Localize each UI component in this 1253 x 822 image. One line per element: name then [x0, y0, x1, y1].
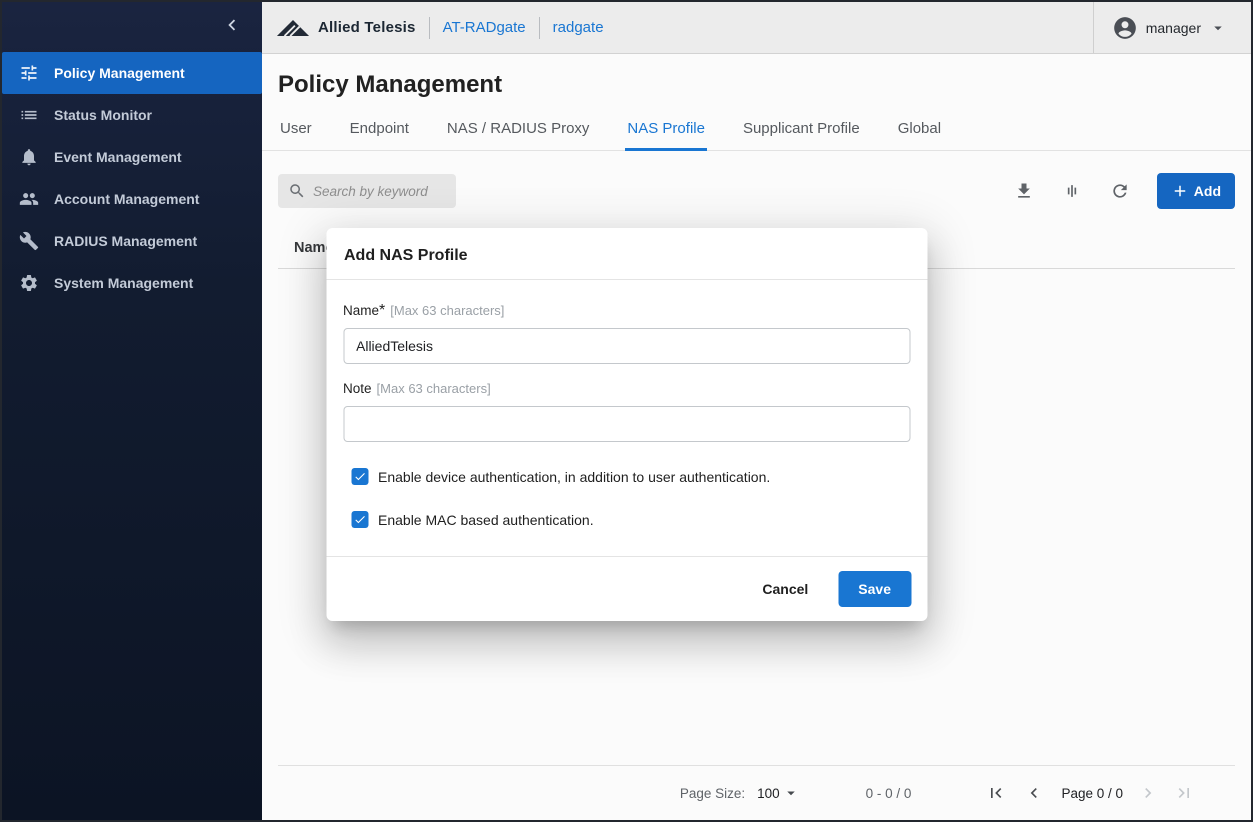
sidebar-item-policy-management[interactable]: Policy Management: [2, 52, 262, 94]
first-page-icon[interactable]: [985, 782, 1007, 804]
add-button[interactable]: Add: [1157, 173, 1235, 209]
tab-nas-profile[interactable]: NAS Profile: [625, 106, 707, 151]
note-hint: [Max 63 characters]: [377, 381, 491, 396]
name-field-group: Name* [Max 63 characters]: [343, 302, 910, 364]
user-avatar-icon: [1112, 15, 1138, 41]
brand: Allied Telesis: [276, 18, 416, 37]
required-asterisk: *: [379, 302, 385, 319]
previous-page-icon[interactable]: [1023, 782, 1045, 804]
pagination-bar: Page Size: 100 0 - 0 / 0 Page 0 / 0: [278, 766, 1235, 820]
page-size-label: Page Size:: [680, 786, 745, 801]
divider: [429, 17, 430, 39]
sidebar-item-status-monitor[interactable]: Status Monitor: [2, 94, 262, 136]
columns-icon[interactable]: [1061, 180, 1083, 202]
user-name: manager: [1146, 20, 1201, 36]
dialog-footer: Cancel Save: [326, 556, 927, 621]
page-size-select[interactable]: 100: [757, 784, 800, 802]
sidebar-item-event-management[interactable]: Event Management: [2, 136, 262, 178]
policy-sliders-icon: [18, 62, 40, 84]
sidebar-item-label: Status Monitor: [54, 107, 152, 123]
sidebar-item-label: Policy Management: [54, 65, 185, 81]
tab-supplicant-profile[interactable]: Supplicant Profile: [741, 106, 862, 151]
topbar: Allied Telesis AT-RADgate radgate manage…: [262, 2, 1251, 54]
sidebar-item-label: Account Management: [54, 191, 199, 207]
tab-endpoint[interactable]: Endpoint: [348, 106, 411, 151]
name-input[interactable]: [343, 328, 910, 364]
last-page-icon[interactable]: [1173, 782, 1195, 804]
page-indicator: Page 0 / 0: [1061, 786, 1123, 801]
sidebar-item-system-management[interactable]: System Management: [2, 262, 262, 304]
cancel-button[interactable]: Cancel: [758, 573, 812, 605]
list-icon: [18, 104, 40, 126]
page-size-value: 100: [757, 786, 780, 801]
checkbox-checked-icon[interactable]: [351, 511, 368, 528]
row-range: 0 - 0 / 0: [866, 786, 912, 801]
allied-telesis-logo-icon: [276, 18, 310, 37]
sidebar-collapse-button[interactable]: [218, 13, 246, 41]
people-icon: [18, 188, 40, 210]
chevron-down-icon: [782, 784, 800, 802]
sidebar-item-label: System Management: [54, 275, 193, 291]
product-link[interactable]: AT-RADgate: [443, 19, 526, 36]
chevron-left-icon: [221, 14, 243, 41]
checkbox-checked-icon[interactable]: [351, 468, 368, 485]
sidebar-item-label: Event Management: [54, 149, 182, 165]
sidebar-item-label: RADIUS Management: [54, 233, 197, 249]
download-icon[interactable]: [1013, 180, 1035, 202]
tab-user[interactable]: User: [278, 106, 314, 151]
save-button[interactable]: Save: [838, 571, 911, 607]
site-link[interactable]: radgate: [553, 19, 604, 36]
tab-nas-radius-proxy[interactable]: NAS / RADIUS Proxy: [445, 106, 592, 151]
divider: [539, 17, 540, 39]
app-window: Policy Management Status Monitor Event M…: [0, 0, 1253, 822]
name-hint: [Max 63 characters]: [390, 303, 504, 318]
plus-icon: [1171, 182, 1189, 200]
brand-name: Allied Telesis: [318, 19, 416, 36]
page-title: Policy Management: [278, 70, 1235, 100]
search-input[interactable]: [313, 184, 446, 199]
bell-icon: [18, 146, 40, 168]
note-field-label-row: Note [Max 63 characters]: [343, 380, 910, 398]
gear-icon: [18, 272, 40, 294]
sidebar-item-account-management[interactable]: Account Management: [2, 178, 262, 220]
note-input[interactable]: [343, 406, 910, 442]
refresh-icon[interactable]: [1109, 180, 1131, 202]
device-auth-checkbox-label: Enable device authentication, in additio…: [378, 469, 770, 485]
name-label: Name: [343, 303, 379, 318]
search-icon: [288, 182, 306, 200]
mac-auth-checkbox-row[interactable]: Enable MAC based authentication.: [343, 511, 910, 528]
chevron-down-icon: [1209, 19, 1227, 37]
note-field-group: Note [Max 63 characters]: [343, 380, 910, 442]
next-page-icon[interactable]: [1137, 782, 1159, 804]
sidebar-collapse-row: [2, 2, 262, 52]
device-auth-checkbox-row[interactable]: Enable device authentication, in additio…: [343, 468, 910, 485]
user-menu[interactable]: manager: [1093, 2, 1251, 53]
add-button-label: Add: [1194, 183, 1221, 199]
tab-bar: User Endpoint NAS / RADIUS Proxy NAS Pro…: [262, 106, 1251, 151]
tab-global[interactable]: Global: [896, 106, 943, 151]
mac-auth-checkbox-label: Enable MAC based authentication.: [378, 512, 594, 528]
dialog-title: Add NAS Profile: [326, 228, 927, 280]
toolbar: Add: [278, 173, 1235, 209]
search-box: [278, 174, 456, 208]
note-label: Note: [343, 381, 372, 396]
toolbar-actions: Add: [1013, 173, 1235, 209]
sidebar-item-radius-management[interactable]: RADIUS Management: [2, 220, 262, 262]
name-field-label-row: Name* [Max 63 characters]: [343, 302, 910, 320]
add-nas-profile-dialog: Add NAS Profile Name* [Max 63 characters]…: [326, 228, 927, 621]
dialog-body: Name* [Max 63 characters] Note [Max 63 cha…: [326, 280, 927, 528]
wrench-icon: [18, 230, 40, 252]
sidebar: Policy Management Status Monitor Event M…: [2, 2, 262, 820]
